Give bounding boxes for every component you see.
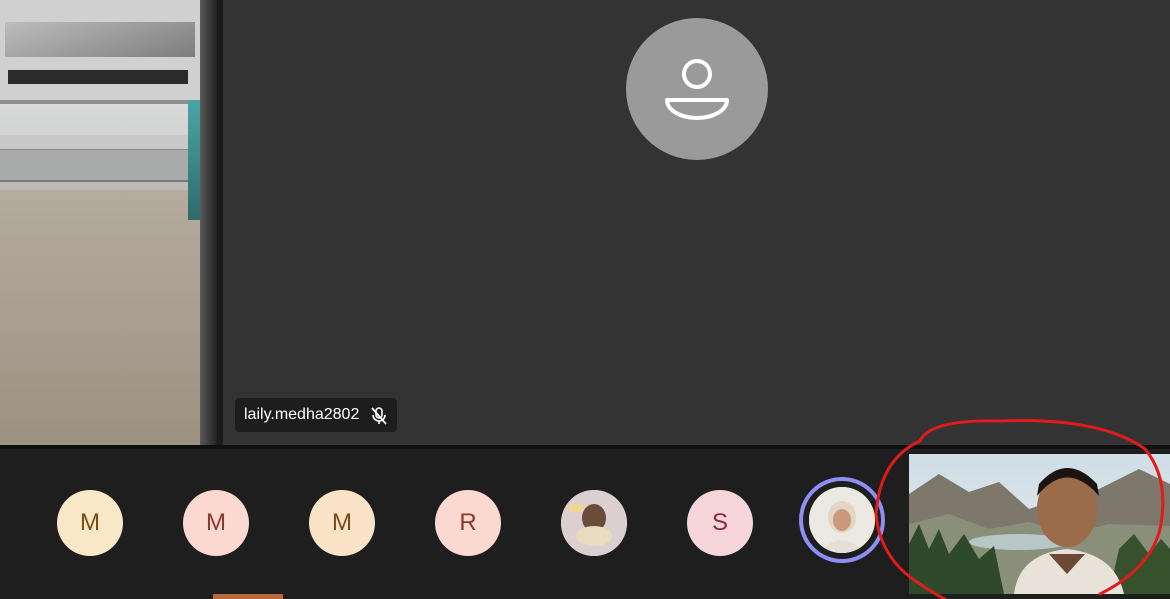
participant-avatar-m1[interactable]: M (57, 490, 123, 556)
participant-photo (561, 490, 627, 556)
meeting-stage: laily.medha2802 (0, 0, 1170, 447)
participant-avatar-s[interactable]: S (687, 490, 753, 556)
video-edge (200, 0, 217, 445)
participant-video-tile[interactable] (0, 0, 217, 445)
video-drawer (0, 150, 190, 182)
participant-initial: M (332, 509, 352, 536)
participant-name: laily.medha2802 (244, 406, 360, 423)
participant-avatar (626, 18, 768, 160)
participant-initial: R (459, 509, 477, 536)
strip-progress-marker (213, 594, 283, 599)
main-participant-tile[interactable]: laily.medha2802 (223, 0, 1170, 445)
person-icon (665, 59, 729, 120)
self-view-feed (909, 454, 1170, 594)
participant-initial: M (80, 509, 100, 536)
video-cabinet-panel (5, 22, 195, 57)
participant-avatar-r[interactable]: R (435, 490, 501, 556)
participant-strip: M M M R S (0, 419, 1170, 599)
self-view-video[interactable] (909, 454, 1170, 594)
video-floor (0, 190, 205, 445)
participant-avatar-m2[interactable]: M (183, 490, 249, 556)
participant-photo (809, 487, 875, 553)
participant-initial: M (206, 509, 226, 536)
participant-photo-avatar-speaking[interactable] (809, 487, 875, 553)
microphone-off-icon (371, 407, 388, 425)
video-cabinet-slot (8, 70, 188, 84)
participant-avatar-m3[interactable]: M (309, 490, 375, 556)
participant-photo-avatar[interactable] (561, 490, 627, 556)
participant-initial: S (711, 509, 728, 536)
participant-name-chip: laily.medha2802 (235, 398, 398, 432)
